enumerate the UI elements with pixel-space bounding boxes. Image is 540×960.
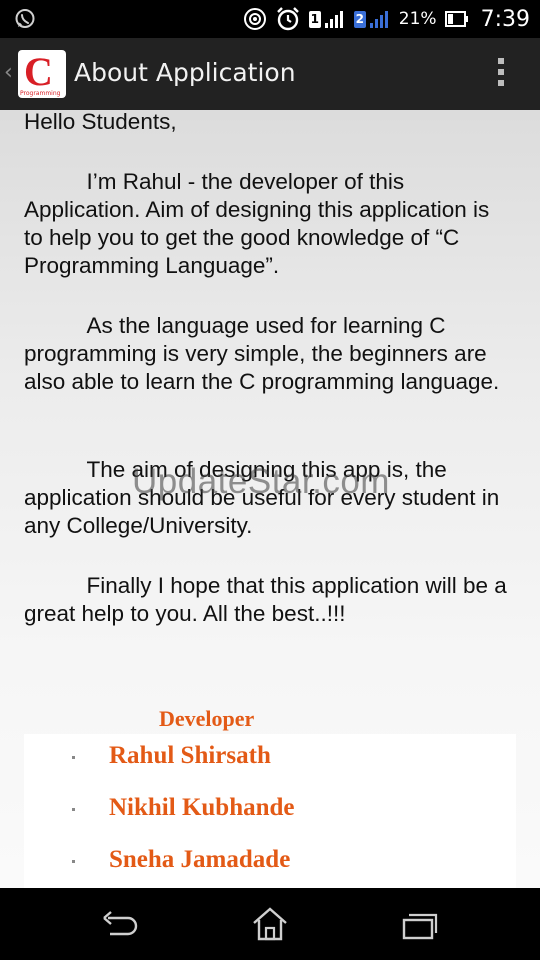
overflow-menu-icon[interactable] xyxy=(498,58,504,86)
battery-icon xyxy=(444,11,469,27)
battery-percent: 21% xyxy=(398,9,437,29)
developer-name: Sneha Jamadade xyxy=(109,846,291,873)
list-item: Nikhil Kubhande xyxy=(24,786,516,836)
paragraph-language: As the language used for learning C prog… xyxy=(24,313,500,394)
bullet xyxy=(72,756,75,759)
page-title: About Application xyxy=(74,58,296,87)
sim2-badge: 2 xyxy=(353,10,366,28)
developer-name: Rahul Shirsath xyxy=(109,742,271,769)
paragraph-intro: I’m Rahul - the developer of this Applic… xyxy=(24,169,490,278)
bullet xyxy=(72,860,75,863)
app-logo[interactable]: C Programming xyxy=(18,50,66,98)
developer-list: Rahul Shirsath Nikhil Kubhande Sneha Jam… xyxy=(24,734,516,888)
greeting-text: Hello Students, xyxy=(24,110,177,134)
developer-heading: Developer xyxy=(159,706,255,731)
navigation-bar xyxy=(0,888,540,960)
paragraph-closing: Finally I hope that this application wil… xyxy=(24,573,507,626)
status-bar: 1 2 21% 7:39 xyxy=(0,0,540,38)
sim1-signal-icon: 1 xyxy=(308,9,346,29)
logo-letter: C xyxy=(24,49,53,94)
developer-name: Nikhil Kubhande xyxy=(109,794,295,821)
sim1-badge: 1 xyxy=(308,10,321,28)
list-item: Rahul Shirsath xyxy=(24,734,516,784)
watermark-text: UpdateStar.com xyxy=(132,462,390,501)
logo-caption: Programming xyxy=(20,90,61,97)
about-content: Hello Students, I’m Rahul - the develope… xyxy=(0,110,540,888)
bullet xyxy=(72,808,75,811)
action-bar: ‹ C Programming About Application xyxy=(0,38,540,112)
alarm-icon xyxy=(275,6,301,32)
back-icon[interactable] xyxy=(100,906,140,942)
up-chevron-icon[interactable]: ‹ xyxy=(4,60,13,85)
recent-apps-icon[interactable] xyxy=(400,906,440,942)
list-item: Sneha Jamadade xyxy=(24,838,516,888)
status-time: 7:39 xyxy=(480,6,530,32)
home-icon[interactable] xyxy=(250,906,290,942)
sync-icon xyxy=(243,7,267,31)
whatsapp-icon xyxy=(14,8,36,34)
sim2-signal-icon: 2 xyxy=(353,9,391,29)
